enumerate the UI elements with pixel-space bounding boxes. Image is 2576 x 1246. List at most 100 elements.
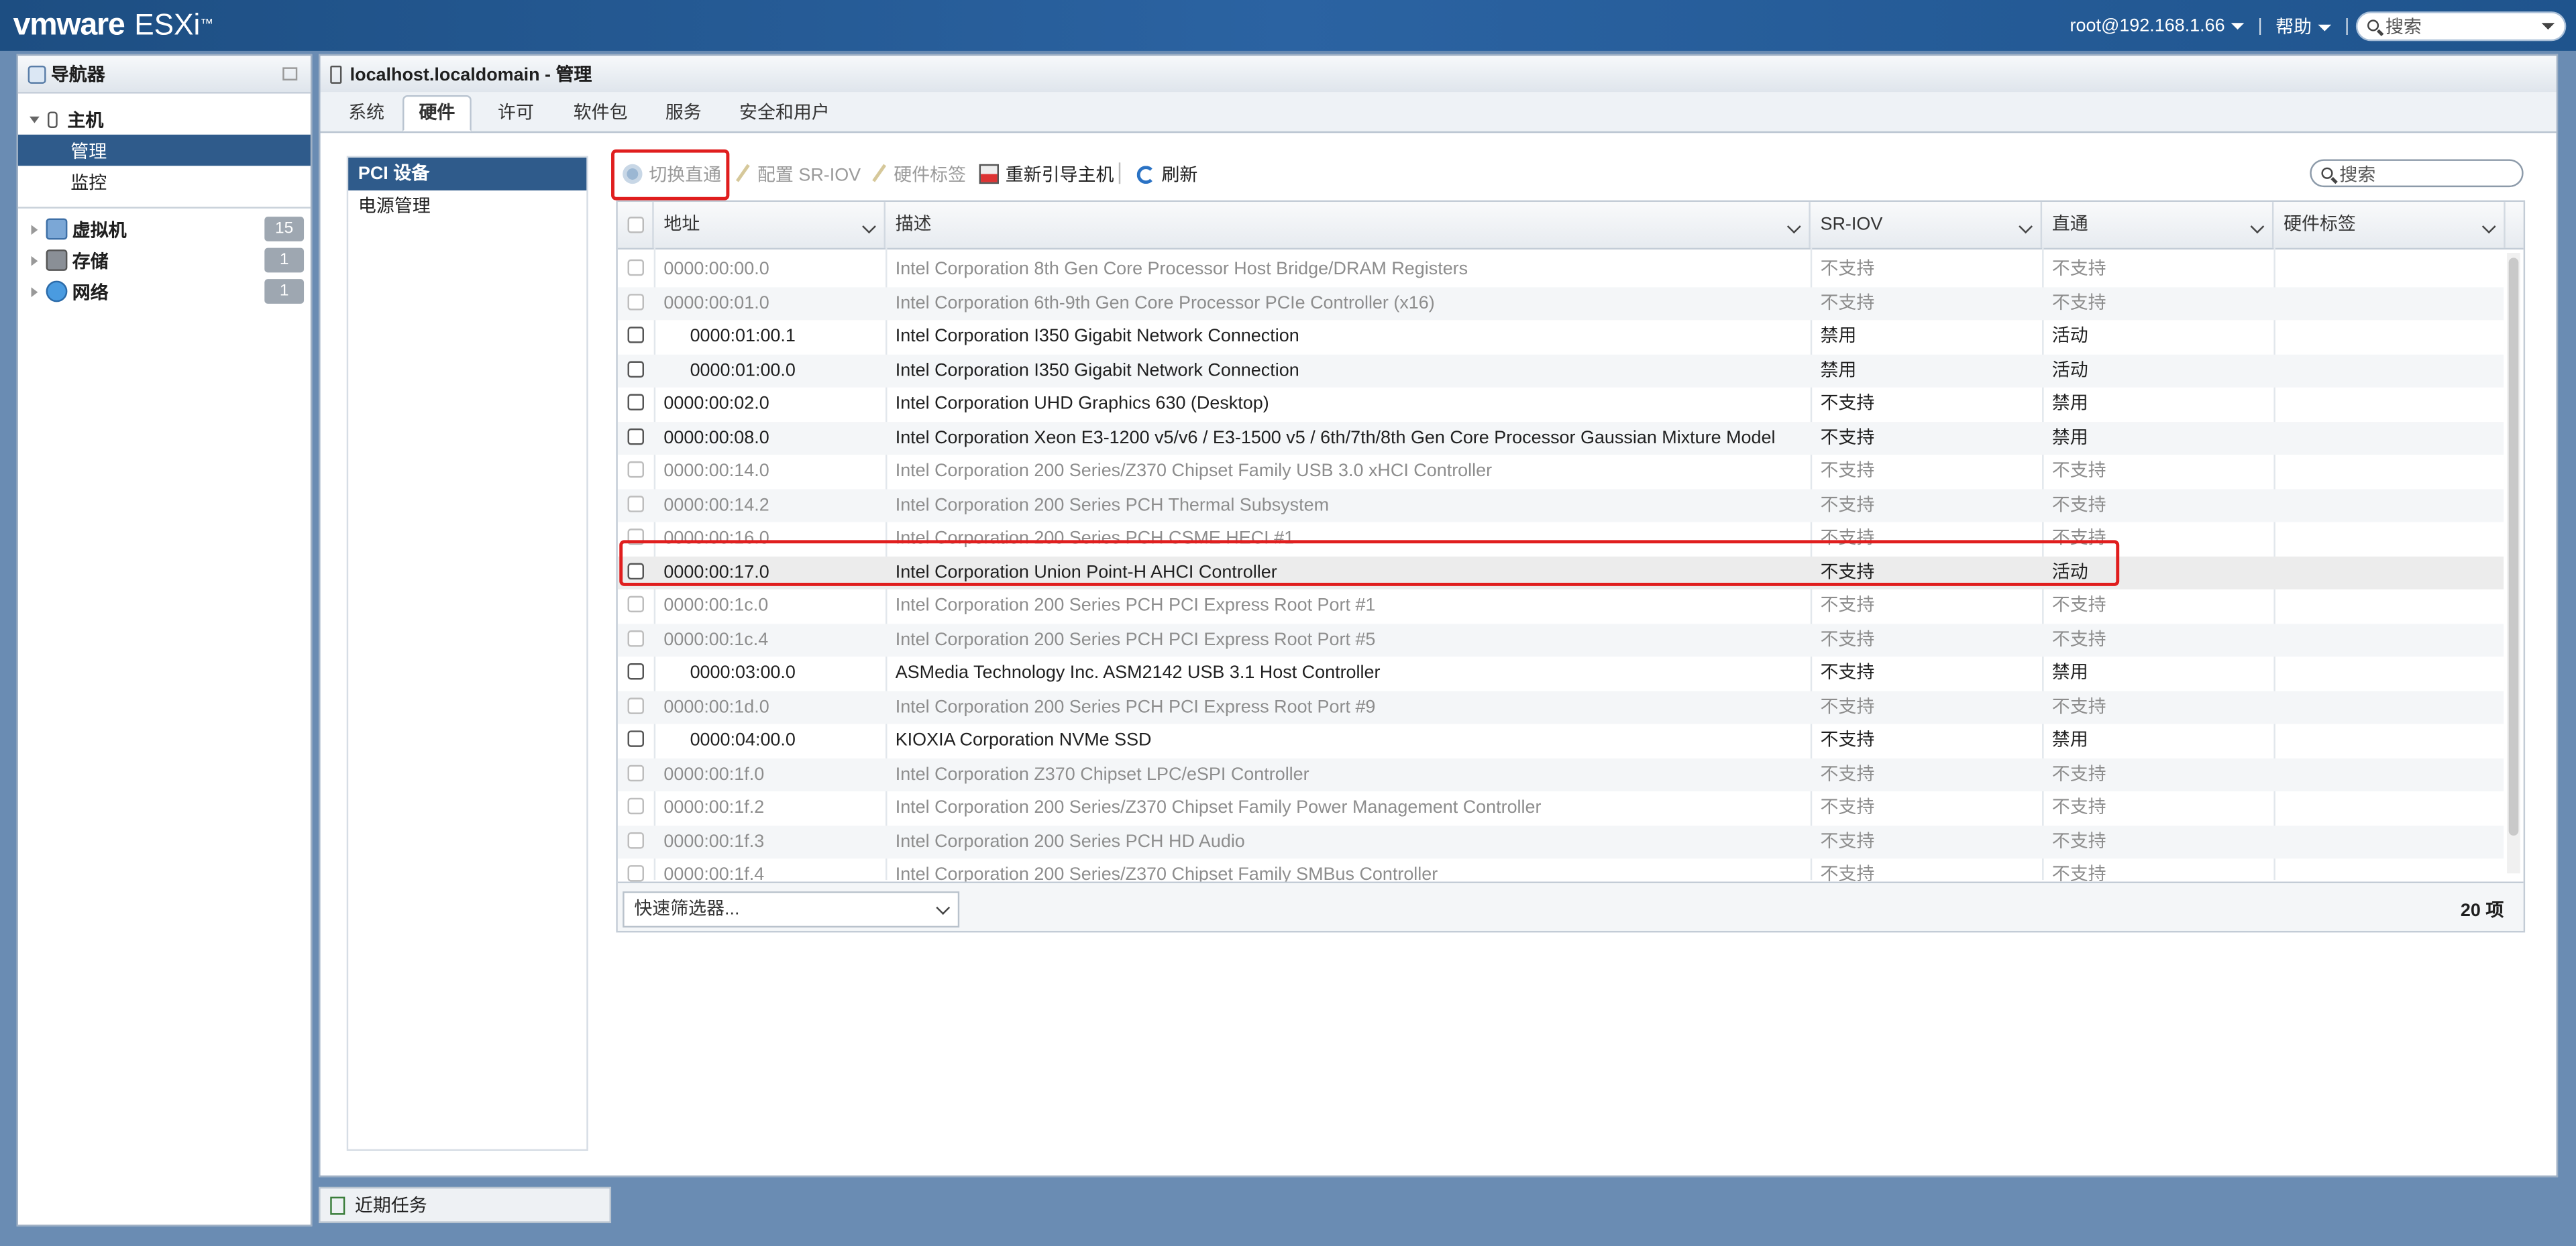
chevron-down-icon[interactable] — [2481, 219, 2496, 234]
nav-host[interactable]: 主机 — [18, 103, 311, 135]
global-search-input[interactable]: 搜索 — [2355, 10, 2567, 40]
row-checkbox[interactable] — [627, 697, 645, 714]
vertical-scrollbar[interactable] — [2507, 252, 2520, 874]
main-header: localhost.localdomain - 管理 — [320, 56, 2557, 94]
row-checkbox[interactable] — [627, 663, 645, 680]
table-row[interactable]: 0000:00:1c.0 Intel Corporation 200 Series… — [618, 589, 2504, 623]
row-checkbox[interactable] — [627, 259, 645, 276]
column-header-hardware-label[interactable]: 硬件标签 — [2273, 202, 2506, 248]
navigator-panel: 导航器 主机 管理 监控 虚拟机 15 存储 1 网络 1 — [16, 54, 313, 1227]
submenu-pci-devices[interactable]: PCI 设备 — [348, 158, 587, 190]
expand-icon[interactable] — [30, 115, 40, 123]
table-row[interactable]: 0000:00:01.0 Intel Corporation 6th-9th Ge… — [617, 286, 2504, 321]
row-checkbox[interactable] — [627, 865, 645, 882]
row-checkbox[interactable] — [627, 797, 645, 815]
table-row[interactable]: 0000:00:16.0 Intel Corporation 200 Series… — [618, 522, 2504, 555]
cell-hardware-label — [2284, 791, 2497, 825]
cell-address: 0000:00:1c.4 — [663, 629, 769, 650]
chevron-down-icon[interactable] — [2019, 219, 2033, 234]
expand-icon[interactable] — [31, 255, 38, 266]
configure-sriov-button[interactable]: 配置 SR-IOV — [735, 158, 861, 190]
expand-icon[interactable] — [31, 286, 38, 296]
tab-packages[interactable]: 软件包 — [559, 97, 643, 129]
column-label: SR-IOV — [1820, 215, 1883, 235]
cell-hardware-label — [2284, 320, 2497, 353]
cell-sriov: 不支持 — [1820, 730, 1875, 750]
user-label: root@192.168.1.66 — [2070, 15, 2225, 36]
row-checkbox[interactable] — [627, 596, 645, 613]
row-checkbox[interactable] — [627, 292, 645, 310]
refresh-button[interactable]: 刷新 — [1136, 158, 1197, 190]
table-row[interactable]: 0000:00:1d.0 Intel Corporation 200 Series… — [617, 690, 2504, 724]
table-row[interactable]: 0000:04:00.0 KIOXIA Corporation NVMe SSD 不… — [618, 724, 2504, 758]
row-checkbox[interactable] — [627, 327, 645, 343]
chevron-down-icon[interactable] — [1786, 219, 1801, 234]
select-all-checkbox[interactable] — [627, 217, 645, 233]
quick-filter-select[interactable]: 快速筛选器... — [623, 891, 960, 928]
table-row[interactable]: 0000:00:1f.2 Intel Corporation 200 Series… — [618, 791, 2504, 825]
row-checkbox[interactable] — [627, 495, 645, 512]
nav-item-network[interactable]: 网络 1 — [18, 276, 311, 307]
table-row[interactable]: 0000:00:00.0 Intel Corporation 8th Gen Co… — [618, 253, 2504, 286]
row-checkbox[interactable] — [627, 394, 645, 410]
cell-sriov: 不支持 — [1820, 697, 1875, 717]
row-checkbox[interactable] — [627, 831, 645, 848]
tab-services[interactable]: 服务 — [651, 97, 716, 129]
table-row[interactable]: 0000:01:00.1 Intel Corporation I350 Gigab… — [618, 320, 2504, 353]
row-checkbox[interactable] — [627, 629, 645, 646]
table-row[interactable]: 0000:00:14.2 Intel Corporation 200 Series… — [617, 488, 2504, 522]
nav-item-monitor[interactable]: 监控 — [18, 166, 311, 197]
nav-item-vms[interactable]: 虚拟机 15 — [18, 213, 311, 245]
row-checkbox[interactable] — [627, 427, 645, 445]
table-row[interactable]: 0000:01:00.0 Intel Corporation I350 Gigab… — [617, 353, 2504, 388]
row-checkbox[interactable] — [627, 764, 645, 781]
cell-description: Intel Corporation 200 Series PCH CSME HE… — [895, 528, 1295, 549]
row-checkbox[interactable] — [627, 528, 645, 545]
table-row[interactable]: 0000:00:02.0 Intel Corporation UHD Graphi… — [618, 388, 2504, 421]
table-row[interactable]: 0000:03:00.0 ASMedia Technology Inc. ASM2… — [618, 657, 2504, 690]
tab-security-users[interactable]: 安全和用户 — [724, 97, 845, 129]
tab-system[interactable]: 系统 — [333, 97, 399, 129]
row-checkbox[interactable] — [627, 461, 645, 478]
row-checkbox[interactable] — [627, 730, 645, 747]
column-header-sriov[interactable]: SR-IOV — [1811, 202, 2043, 248]
chevron-down-icon[interactable] — [2541, 22, 2555, 29]
nav-item-manage[interactable]: 管理 — [17, 134, 311, 166]
cell-hardware-label — [2284, 488, 2497, 522]
help-menu[interactable]: 帮助 — [2275, 12, 2332, 38]
chevron-down-icon — [2231, 22, 2245, 30]
table-row[interactable]: 0000:00:1f.3 Intel Corporation 200 Series… — [617, 825, 2504, 859]
tab-license[interactable]: 许可 — [483, 97, 549, 129]
row-checkbox[interactable] — [627, 360, 645, 377]
hardware-label-button[interactable]: 硬件标签 — [871, 158, 966, 190]
table-row[interactable]: 0000:00:1f.0 Intel Corporation Z370 Chips… — [617, 757, 2504, 791]
toggle-passthrough-button[interactable]: 切换直通 — [623, 158, 721, 190]
tab-hardware[interactable]: 硬件 — [402, 95, 472, 131]
table-row[interactable]: 0000:00:14.0 Intel Corporation 200 Series… — [618, 455, 2504, 488]
cell-address: 0000:01:00.0 — [690, 360, 796, 380]
reboot-host-button[interactable]: 重新引导主机 — [979, 158, 1114, 190]
column-label: 直通 — [2051, 215, 2088, 235]
submenu-power-management[interactable]: 电源管理 — [348, 190, 586, 223]
nav-item-storage[interactable]: 存储 1 — [18, 245, 311, 276]
column-header-passthrough[interactable]: 直通 — [2042, 202, 2274, 248]
table-row[interactable]: 0000:00:17.0 Intel Corporation Union Poin… — [617, 555, 2504, 589]
expand-icon[interactable] — [31, 224, 38, 234]
vmware-esxi-logo: vmware ESXi™ — [13, 7, 213, 44]
chevron-down-icon[interactable] — [862, 219, 876, 234]
column-header-description[interactable]: 描述 — [885, 202, 1811, 248]
grid-search-input[interactable]: 搜索 — [2310, 159, 2524, 188]
column-header-address[interactable]: 地址 — [654, 202, 886, 248]
recent-tasks-tab[interactable]: 近期任务 — [319, 1186, 612, 1223]
collapse-icon[interactable] — [282, 67, 298, 80]
count-badge: 1 — [264, 279, 305, 304]
table-row[interactable]: 0000:00:1c.4 Intel Corporation 200 Series… — [617, 623, 2504, 657]
cell-description: Intel Corporation 200 Series PCH HD Audi… — [895, 831, 1245, 852]
cell-passthrough: 禁用 — [2051, 427, 2088, 448]
chevron-down-icon[interactable] — [2250, 219, 2265, 234]
column-label: 描述 — [895, 215, 932, 235]
scrollbar-thumb[interactable] — [2508, 258, 2519, 836]
row-checkbox[interactable] — [627, 562, 645, 579]
user-menu[interactable]: root@192.168.1.66 — [2070, 15, 2245, 36]
table-row[interactable]: 0000:00:08.0 Intel Corporation Xeon E3-12… — [617, 420, 2504, 455]
